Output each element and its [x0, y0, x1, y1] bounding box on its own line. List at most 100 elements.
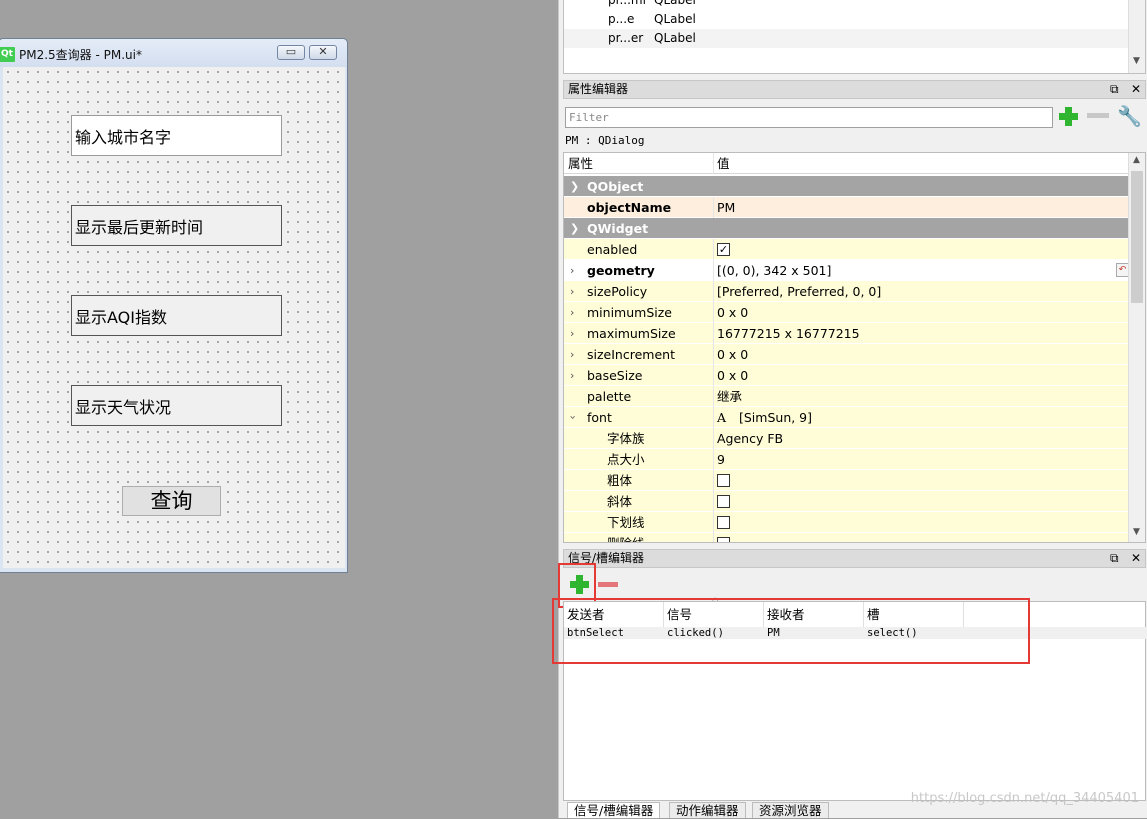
city-input[interactable]: 输入城市名字 [71, 115, 282, 156]
strikeout-checkbox[interactable] [717, 537, 730, 542]
property-row-minimumsize[interactable]: › minimumSize 0 x 0 [564, 302, 1130, 323]
scroll-down-icon[interactable]: ▼ [1133, 56, 1140, 66]
bold-checkbox[interactable] [717, 474, 730, 487]
property-name: 字体族 [607, 431, 645, 446]
property-name: baseSize [587, 368, 643, 383]
filter-input[interactable]: Filter [565, 107, 1053, 128]
chevron-down-icon[interactable]: ❯ [570, 218, 579, 239]
property-value[interactable]: [Preferred, Preferred, 0, 0] [717, 281, 881, 302]
property-editor-title: 属性编辑器 [568, 82, 629, 96]
enabled-checkbox[interactable]: ✓ [717, 243, 730, 256]
form-titlebar[interactable]: Qt PM2.5查询器 - PM.ui* ▭ ✕ [0, 39, 347, 67]
property-value[interactable]: [SimSun, 9] [739, 407, 812, 428]
chevron-right-icon[interactable]: › [570, 260, 574, 281]
property-value[interactable]: PM [717, 197, 735, 218]
chevron-right-icon[interactable]: › [570, 344, 574, 365]
chevron-right-icon[interactable]: › [570, 365, 574, 386]
section-qobject[interactable]: ❯ QObject [564, 176, 1130, 197]
property-row-sizeincrement[interactable]: › sizeIncrement 0 x 0 [564, 344, 1130, 365]
object-inspector-list: pr...ml QLabel p...e QLabel pr...er QLab… [563, 0, 1146, 74]
property-value[interactable]: [(0, 0), 342 x 501] [717, 260, 831, 281]
property-name: geometry [587, 263, 655, 278]
object-name: pr...er [608, 31, 644, 45]
object-list-scrollbar[interactable]: ▼ [1128, 0, 1145, 73]
query-button[interactable]: 查询 [122, 486, 221, 516]
property-value[interactable]: 0 x 0 [717, 344, 748, 365]
list-item[interactable]: pr...er QLabel [564, 29, 1129, 48]
dock-area: pr...ml QLabel p...e QLabel pr...er QLab… [552, 0, 1147, 818]
section-label: QObject [587, 179, 644, 194]
remove-property-icon[interactable] [1087, 113, 1109, 118]
header-value: 值 [717, 156, 730, 171]
property-name: palette [587, 389, 632, 404]
chevron-right-icon[interactable]: › [570, 302, 574, 323]
list-item[interactable]: p...e QLabel [564, 10, 1129, 29]
underline-checkbox[interactable] [717, 516, 730, 529]
float-icon[interactable]: ⧉ [1110, 550, 1119, 567]
property-name: 粗体 [607, 473, 633, 488]
scrollbar-thumb[interactable] [1131, 171, 1143, 303]
property-row-font-family[interactable]: 字体族 Agency FB [564, 428, 1130, 449]
property-row-maximumsize[interactable]: › maximumSize 16777215 x 16777215 [564, 323, 1130, 344]
object-class: QLabel [654, 0, 696, 7]
property-row-enabled[interactable]: enabled ✓ [564, 239, 1130, 260]
close-icon[interactable]: ✕ [1131, 550, 1141, 567]
property-name: maximumSize [587, 326, 676, 341]
tab-resource-browser[interactable]: 资源浏览器 [752, 802, 829, 818]
property-name: 下划线 [607, 515, 645, 530]
float-icon[interactable]: ⧉ [1110, 81, 1119, 98]
close-icon: ✕ [318, 45, 328, 58]
chevron-down-icon[interactable]: ❯ [570, 176, 579, 197]
property-value[interactable]: 9 [717, 449, 725, 470]
property-value[interactable]: 0 x 0 [717, 365, 748, 386]
property-row-palette[interactable]: palette 继承 [564, 386, 1130, 407]
minimize-button[interactable]: ▭ [277, 45, 305, 60]
weather-label[interactable]: 显示天气状况 [71, 385, 282, 426]
last-update-label[interactable]: 显示最后更新时间 [71, 205, 282, 246]
property-name: objectName [587, 200, 672, 215]
form-preview-window: Qt PM2.5查询器 - PM.ui* ▭ ✕ 输入城市名字 显示最后更新时间… [0, 38, 348, 573]
property-row-sizepolicy[interactable]: › sizePolicy [Preferred, Preferred, 0, 0… [564, 281, 1130, 302]
property-value[interactable]: 16777215 x 16777215 [717, 323, 860, 344]
italic-checkbox[interactable] [717, 495, 730, 508]
scroll-up-icon[interactable]: ▲ [1133, 155, 1140, 165]
object-class: QLabel [654, 12, 696, 26]
chevron-right-icon[interactable]: › [570, 281, 574, 302]
chevron-down-icon[interactable]: › [564, 415, 584, 419]
property-name: sizeIncrement [587, 347, 675, 362]
property-value[interactable]: 继承 [717, 386, 742, 407]
property-name: minimumSize [587, 305, 672, 320]
close-button[interactable]: ✕ [309, 45, 337, 60]
qt-logo-icon: Qt [0, 47, 15, 62]
property-table-header: 属性 值 [564, 153, 1130, 174]
list-item[interactable]: pr...ml QLabel [564, 0, 1129, 10]
highlight-box-connection [552, 598, 1030, 664]
property-row-font[interactable]: › font A [SimSun, 9] [564, 407, 1130, 428]
close-icon[interactable]: ✕ [1131, 81, 1141, 98]
aqi-label[interactable]: 显示AQI指数 [71, 295, 282, 336]
property-row-strikeout[interactable]: 删除线 [564, 533, 1130, 542]
object-name: pr...ml [608, 0, 646, 7]
property-row-italic[interactable]: 斜体 [564, 491, 1130, 512]
property-row-geometry[interactable]: › geometry [(0, 0), 342 x 501] ↶ [564, 260, 1130, 281]
property-row-objectname[interactable]: objectName PM [564, 197, 1130, 218]
property-row-bold[interactable]: 粗体 [564, 470, 1130, 491]
wrench-icon[interactable]: 🔧 [1117, 104, 1142, 128]
chevron-right-icon[interactable]: › [570, 323, 574, 344]
object-class-line: PM : QDialog [565, 134, 645, 147]
tab-signal-slot-editor[interactable]: 信号/槽编辑器 [567, 802, 661, 818]
tab-action-editor[interactable]: 动作编辑器 [669, 802, 746, 818]
property-scrollbar[interactable]: ▲ ▼ [1128, 153, 1145, 542]
form-title: PM2.5查询器 - PM.ui* [19, 48, 142, 62]
remove-connection-icon[interactable] [598, 582, 618, 587]
property-row-point-size[interactable]: 点大小 9 [564, 449, 1130, 470]
property-row-underline[interactable]: 下划线 [564, 512, 1130, 533]
property-value[interactable]: Agency FB [717, 428, 783, 449]
section-qwidget[interactable]: ❯ QWidget [564, 218, 1130, 239]
add-property-icon[interactable] [1057, 105, 1079, 127]
property-value[interactable]: 0 x 0 [717, 302, 748, 323]
property-row-basesize[interactable]: › baseSize 0 x 0 [564, 365, 1130, 386]
scroll-down-icon[interactable]: ▼ [1133, 527, 1140, 537]
property-name: enabled [587, 242, 638, 257]
form-canvas[interactable]: 输入城市名字 显示最后更新时间 显示AQI指数 显示天气状况 查询 [3, 67, 345, 568]
